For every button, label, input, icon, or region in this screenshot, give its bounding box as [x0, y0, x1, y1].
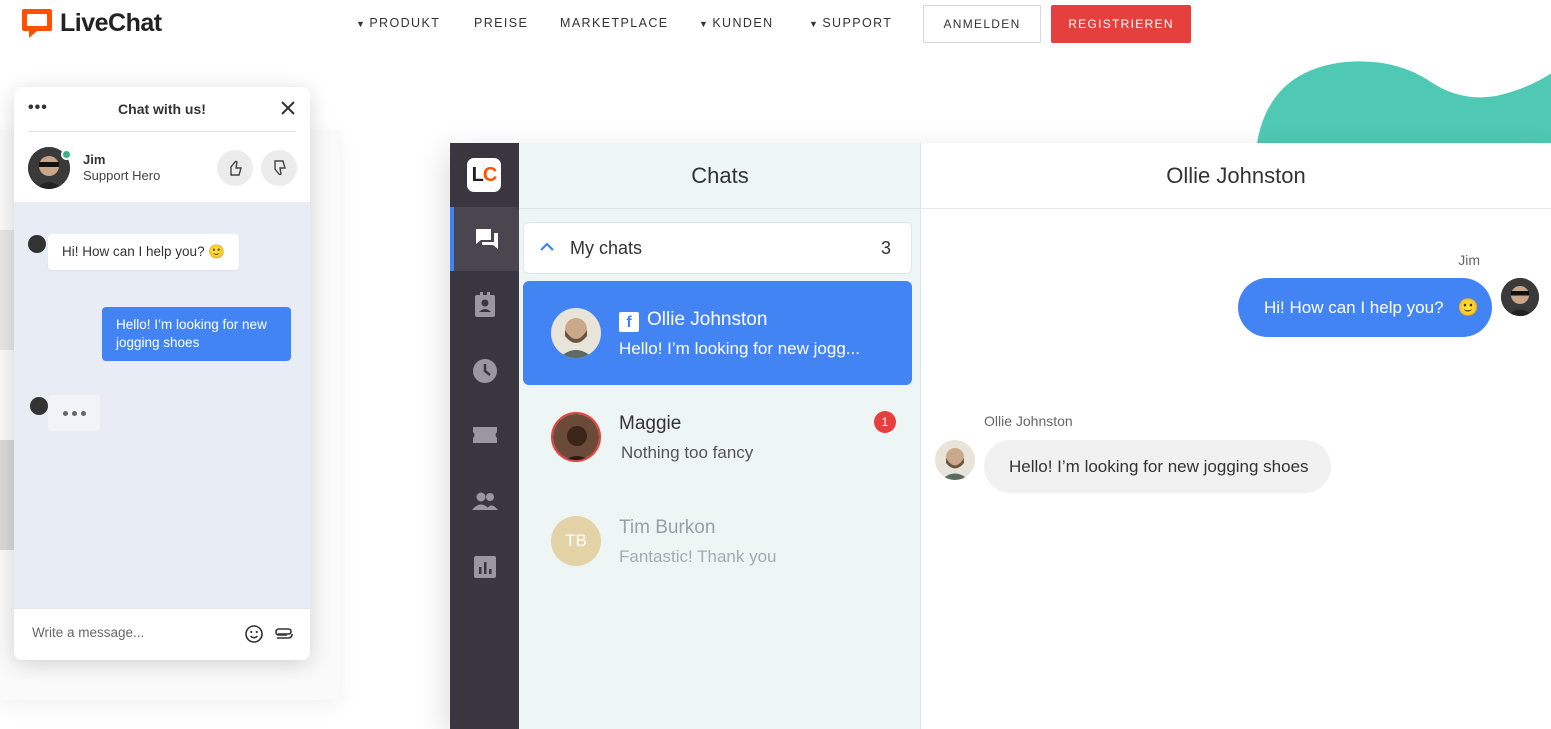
- conversation-panel: Ollie Johnston Jim Hi! How can I help yo…: [921, 143, 1551, 729]
- sidebar-item-tickets[interactable]: [450, 403, 519, 467]
- facebook-icon: f: [619, 312, 639, 332]
- sidebar-item-chats[interactable]: [450, 207, 519, 271]
- chat-list-item[interactable]: Maggie Nothing too fancy 1: [523, 385, 912, 489]
- agent-avatar: [1501, 278, 1539, 316]
- nav-marketplace[interactable]: MARKETPLACE: [560, 16, 668, 30]
- chat-preview: Nothing too fancy: [621, 443, 754, 462]
- customer-message-bubble: Hello! I’m looking for new jogging shoes: [984, 440, 1331, 493]
- attachment-icon[interactable]: [274, 624, 294, 644]
- widget-customer-message: Hello! I’m looking for new jogging shoes: [102, 307, 291, 361]
- thumbs-up-button[interactable]: [217, 150, 253, 186]
- customer-author-label: Ollie Johnston: [984, 413, 1073, 429]
- chevron-up-icon: [540, 242, 554, 251]
- agent-message-text: Hi! How can I help you?: [62, 244, 205, 259]
- thumbs-down-button[interactable]: [261, 150, 297, 186]
- typing-indicator: [48, 395, 100, 431]
- register-button[interactable]: REGISTRIEREN: [1051, 5, 1191, 43]
- livechat-app-window: LC Chats My chats 3 f Ollie Johnston Hel…: [450, 143, 1551, 729]
- nav-support-label: SUPPORT: [822, 16, 893, 30]
- conversation-title: Ollie Johnston: [921, 143, 1551, 209]
- background-image-fragment: [0, 230, 14, 350]
- nav-kunden[interactable]: ▼ KUNDEN: [699, 16, 774, 30]
- chat-widget: ••• Chat with us! Jim Support Hero Hi! H…: [14, 87, 310, 660]
- widget-message-area: Hi! How can I help you? 🙂 Hello! I’m loo…: [14, 202, 310, 608]
- smile-emoji-icon: 🙂: [208, 244, 226, 259]
- agent-mini-avatar: [30, 397, 48, 415]
- nav-kunden-label: KUNDEN: [712, 16, 774, 30]
- widget-composer: Write a message...: [14, 608, 310, 660]
- chat-bubble-logo-icon: [20, 6, 54, 40]
- customer-avatar: [551, 412, 601, 462]
- close-icon[interactable]: [280, 100, 296, 116]
- clock-icon: [472, 359, 497, 383]
- widget-agent-message: Hi! How can I help you? 🙂: [48, 234, 240, 270]
- widget-title: Chat with us!: [118, 101, 206, 117]
- chat-name: f Ollie Johnston: [619, 309, 767, 332]
- my-chats-group-toggle[interactable]: My chats 3: [523, 222, 912, 274]
- online-status-indicator: [61, 149, 72, 160]
- chat-name: Maggie: [619, 413, 682, 434]
- sidebar-item-archives[interactable]: [450, 339, 519, 403]
- reports-icon: [473, 556, 496, 578]
- caret-down-icon: ▼: [356, 19, 367, 29]
- sidebar-item-reports[interactable]: [450, 535, 519, 599]
- agent-name: Jim: [83, 152, 106, 167]
- logo-text: LiveChat: [60, 8, 162, 37]
- smile-emoji-icon: 🙂: [1457, 297, 1479, 317]
- chat-name-text: Ollie Johnston: [647, 309, 768, 330]
- sidebar-item-customers[interactable]: [450, 273, 519, 337]
- nav-marketplace-label: MARKETPLACE: [560, 16, 669, 30]
- nav-preise-label: PREISE: [474, 16, 529, 30]
- decorative-teal-wave: [1256, 61, 1551, 150]
- nav-support[interactable]: ▼ SUPPORT: [809, 16, 892, 30]
- chat-list-panel: Chats My chats 3 f Ollie Johnston Hello! …: [519, 143, 921, 729]
- unread-badge: 1: [874, 411, 896, 433]
- chat-preview: Fantastic! Thank you: [619, 547, 777, 566]
- chat-list-item[interactable]: TB Tim Burkon Fantastic! Thank you: [523, 489, 912, 593]
- agent-message-text: Hi! How can I help you?: [1264, 297, 1444, 317]
- widget-header: ••• Chat with us!: [14, 87, 310, 131]
- thumbs-up-icon: [230, 160, 242, 176]
- nav-produkt-label: PRODUKT: [369, 16, 441, 30]
- login-button[interactable]: ANMELDEN: [923, 5, 1041, 43]
- background-image-fragment: [0, 440, 14, 550]
- agent-message-bubble: Hi! How can I help you? 🙂: [1238, 278, 1492, 337]
- message-input[interactable]: Write a message...: [32, 625, 144, 640]
- caret-down-icon: ▼: [809, 19, 820, 29]
- chat-name: Tim Burkon: [619, 517, 716, 538]
- livechat-logo[interactable]: LiveChat: [20, 6, 162, 40]
- my-chats-label: My chats: [570, 238, 643, 258]
- app-sidebar: LC: [450, 143, 519, 729]
- nav-preise[interactable]: PREISE: [474, 16, 528, 30]
- sidebar-item-agents[interactable]: [450, 469, 519, 533]
- agent-mini-avatar: [28, 235, 46, 253]
- customer-initials-avatar: TB: [551, 516, 601, 566]
- chat-list-item[interactable]: f Ollie Johnston Hello! I’m looking for n…: [523, 281, 912, 385]
- emoji-icon[interactable]: [244, 624, 264, 644]
- thumbs-down-icon: [274, 160, 286, 176]
- caret-down-icon: ▼: [699, 19, 710, 29]
- app-logo: LC: [467, 158, 501, 192]
- more-options-icon[interactable]: •••: [28, 99, 48, 117]
- agent-role: Support Hero: [83, 168, 161, 183]
- my-chats-count: 3: [880, 238, 891, 258]
- chats-title: Chats: [519, 143, 921, 209]
- agent-author-label: Jim: [1458, 252, 1480, 268]
- chat-preview: Hello! I’m looking for new jogg...: [619, 339, 860, 358]
- customers-icon: [474, 292, 495, 317]
- top-navigation: LiveChat ▼ PRODUKT PREISE MARKETPLACE ▼ KU…: [0, 0, 1551, 50]
- nav-produkt[interactable]: ▼ PRODUKT: [356, 16, 440, 30]
- ticket-icon: [472, 427, 497, 443]
- customer-avatar: [935, 440, 975, 480]
- customer-avatar: [551, 308, 601, 358]
- agents-icon: [471, 492, 498, 510]
- chats-icon: [475, 229, 498, 249]
- agent-info: Jim Support Hero: [14, 132, 310, 202]
